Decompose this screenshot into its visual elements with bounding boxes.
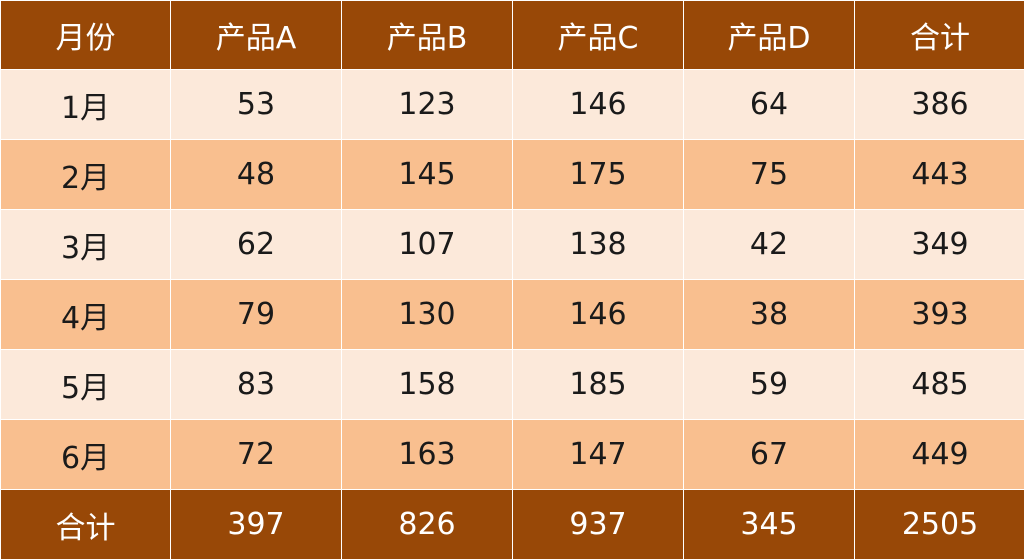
table-cell: 2月	[0, 139, 171, 210]
table-row: 2月 48 145 175 75 443	[0, 139, 1024, 210]
header-cell-product-c: 产品C	[512, 0, 684, 70]
table-cell: 175	[512, 139, 684, 210]
table-row: 5月 83 158 185 59 485	[0, 349, 1024, 420]
total-cell-product-d: 345	[683, 489, 855, 559]
table-cell: 146	[512, 69, 684, 140]
table-cell: 53	[170, 69, 342, 140]
table-cell: 67	[683, 419, 855, 490]
table-cell: 64	[683, 69, 855, 140]
table-row: 1月 53 123 146 64 386	[0, 69, 1024, 140]
table-cell: 138	[512, 209, 684, 280]
table-row: 4月 79 130 146 38 393	[0, 279, 1024, 350]
total-cell-grand: 2505	[854, 489, 1024, 559]
table-cell: 72	[170, 419, 342, 490]
table-cell: 59	[683, 349, 855, 420]
header-cell-month: 月份	[0, 0, 171, 70]
table-cell: 130	[341, 279, 513, 350]
header-cell-product-d: 产品D	[683, 0, 855, 70]
table-cell: 75	[683, 139, 855, 210]
table-cell: 386	[854, 69, 1024, 140]
header-cell-product-a: 产品A	[170, 0, 342, 70]
table-row: 3月 62 107 138 42 349	[0, 209, 1024, 280]
table-cell: 185	[512, 349, 684, 420]
table-cell: 38	[683, 279, 855, 350]
table-cell: 349	[854, 209, 1024, 280]
total-row: 合计 397 826 937 345 2505	[0, 489, 1024, 559]
data-table: 月份 产品A 产品B 产品C 产品D 合计 1月 53 123 146 64 3…	[0, 0, 1024, 559]
table-header: 月份 产品A 产品B 产品C 产品D 合计	[0, 0, 1024, 70]
header-row: 月份 产品A 产品B 产品C 产品D 合计	[0, 0, 1024, 70]
table-cell: 6月	[0, 419, 171, 490]
table-cell: 4月	[0, 279, 171, 350]
table-cell: 3月	[0, 209, 171, 280]
table-cell: 62	[170, 209, 342, 280]
table-cell: 107	[341, 209, 513, 280]
table-cell: 83	[170, 349, 342, 420]
table-footer: 合计 397 826 937 345 2505	[0, 489, 1024, 559]
table-body: 1月 53 123 146 64 386 2月 48 145 175 75 44…	[0, 69, 1024, 490]
header-cell-product-b: 产品B	[341, 0, 513, 70]
table-cell: 145	[341, 139, 513, 210]
total-cell-product-a: 397	[170, 489, 342, 559]
table-row: 6月 72 163 147 67 449	[0, 419, 1024, 490]
table-cell: 42	[683, 209, 855, 280]
table-cell: 123	[341, 69, 513, 140]
table-cell: 485	[854, 349, 1024, 420]
table-cell: 449	[854, 419, 1024, 490]
header-cell-total: 合计	[854, 0, 1024, 70]
table-cell: 147	[512, 419, 684, 490]
table-cell: 158	[341, 349, 513, 420]
table-cell: 146	[512, 279, 684, 350]
table-cell: 443	[854, 139, 1024, 210]
total-cell-label: 合计	[0, 489, 171, 559]
table-cell: 393	[854, 279, 1024, 350]
table-cell: 48	[170, 139, 342, 210]
total-cell-product-c: 937	[512, 489, 684, 559]
table-cell: 1月	[0, 69, 171, 140]
total-cell-product-b: 826	[341, 489, 513, 559]
table-cell: 163	[341, 419, 513, 490]
table-cell: 5月	[0, 349, 171, 420]
table-cell: 79	[170, 279, 342, 350]
